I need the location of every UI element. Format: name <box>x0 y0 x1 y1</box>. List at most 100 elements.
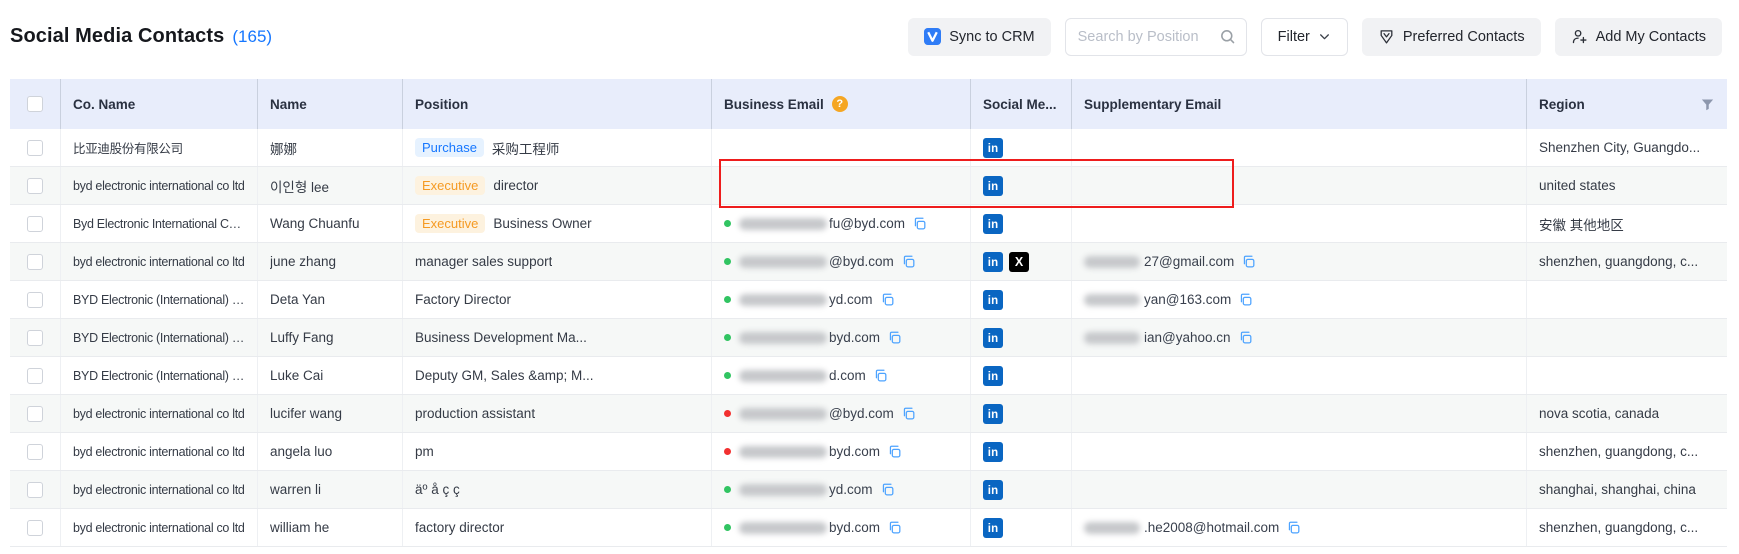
preferred-contacts-label: Preferred Contacts <box>1403 29 1525 45</box>
copy-icon[interactable] <box>1241 254 1256 269</box>
table-row: Byd Electronic International Co ...Wang … <box>10 205 1727 243</box>
email-status-dot <box>724 258 731 265</box>
linkedin-icon[interactable]: in <box>983 442 1003 462</box>
contacts-count: (165) <box>232 27 272 47</box>
title-wrap: Social Media Contacts (165) <box>10 25 272 48</box>
business-email-cell <box>712 167 971 204</box>
page-title: Social Media Contacts <box>10 25 224 48</box>
preferred-contacts-button[interactable]: Preferred Contacts <box>1362 18 1541 56</box>
copy-icon[interactable] <box>873 368 888 383</box>
crm-logo-icon <box>924 28 941 45</box>
position-text: Deputy GM, Sales &amp; M... <box>415 368 594 383</box>
position-tag: Purchase <box>415 138 484 157</box>
copy-icon[interactable] <box>1238 330 1253 345</box>
copy-icon[interactable] <box>887 520 902 535</box>
help-question-icon[interactable]: ? <box>832 96 848 112</box>
supplementary-email-cell: ian@yahoo.cn <box>1072 319 1527 356</box>
linkedin-icon[interactable]: in <box>983 252 1003 272</box>
supplementary-email-cell <box>1072 471 1527 508</box>
copy-icon[interactable] <box>887 444 902 459</box>
supplementary-visible-text: .he2008@hotmail.com <box>1144 520 1279 535</box>
email-status-dot <box>724 410 731 417</box>
top-bar: Social Media Contacts (165) Sync to CRM … <box>0 0 1739 79</box>
row-checkbox-cell <box>10 357 61 394</box>
row-checkbox[interactable] <box>27 482 43 498</box>
position-text: 采购工程师 <box>492 138 560 158</box>
position-cell: factory director <box>403 509 712 546</box>
linkedin-icon[interactable]: in <box>983 176 1003 196</box>
social-media-cell: in <box>971 509 1072 546</box>
contact-name-cell: june zhang <box>258 243 403 280</box>
filter-button[interactable]: Filter <box>1261 18 1348 56</box>
company-name-cell: byd electronic international co ltd <box>61 167 258 204</box>
copy-icon[interactable] <box>912 216 927 231</box>
copy-icon[interactable] <box>1286 520 1301 535</box>
supplementary-email-cell: yan@163.com <box>1072 281 1527 318</box>
position-cell: Business Development Ma... <box>403 319 712 356</box>
row-checkbox[interactable] <box>27 216 43 232</box>
supplementary-visible-text: ian@yahoo.cn <box>1144 330 1231 345</box>
copy-icon[interactable] <box>1238 292 1253 307</box>
redacted-email-text <box>739 218 827 230</box>
copy-icon[interactable] <box>880 292 895 307</box>
row-checkbox-cell <box>10 167 61 204</box>
contact-name-cell: Luke Cai <box>258 357 403 394</box>
search-icon[interactable] <box>1219 28 1236 45</box>
table-row: 比亚迪股份有限公司娜娜Purchase采购工程师inShenzhen City,… <box>10 129 1727 167</box>
position-cell: Purchase 采购工程师 <box>403 129 712 166</box>
contact-name: Luke Cai <box>270 368 323 383</box>
copy-icon[interactable] <box>901 406 916 421</box>
row-checkbox[interactable] <box>27 254 43 270</box>
contact-name-cell: warren li <box>258 471 403 508</box>
row-checkbox[interactable] <box>27 368 43 384</box>
row-checkbox-cell <box>10 433 61 470</box>
search-box[interactable] <box>1065 18 1247 56</box>
copy-icon[interactable] <box>901 254 916 269</box>
row-checkbox[interactable] <box>27 292 43 308</box>
region-filter-funnel-icon[interactable] <box>1700 97 1715 112</box>
region-cell <box>1527 319 1727 356</box>
contact-name-cell: angela luo <box>258 433 403 470</box>
company-name: Byd Electronic International Co ... <box>73 217 245 231</box>
row-checkbox[interactable] <box>27 178 43 194</box>
filter-label: Filter <box>1278 29 1310 45</box>
position-tag: Executive <box>415 176 485 195</box>
region-cell: Shenzhen City, Guangdo... <box>1527 129 1727 166</box>
supplementary-email-cell <box>1072 395 1527 432</box>
contact-name: june zhang <box>270 254 336 269</box>
copy-icon[interactable] <box>880 482 895 497</box>
business-email-cell: byd.com <box>712 319 971 356</box>
preferred-badge-icon <box>1378 28 1395 45</box>
add-my-contacts-button[interactable]: Add My Contacts <box>1555 18 1722 56</box>
region-text: united states <box>1539 178 1616 193</box>
select-all-checkbox[interactable] <box>27 96 43 112</box>
supplementary-email-cell <box>1072 433 1527 470</box>
linkedin-icon[interactable]: in <box>983 480 1003 500</box>
supplementary-email-cell: 27@gmail.com <box>1072 243 1527 280</box>
email-visible-text: byd.com <box>829 444 880 459</box>
email-status-dot <box>724 448 731 455</box>
row-checkbox[interactable] <box>27 406 43 422</box>
x-twitter-icon[interactable]: X <box>1009 252 1029 272</box>
row-checkbox[interactable] <box>27 444 43 460</box>
linkedin-icon[interactable]: in <box>983 290 1003 310</box>
linkedin-icon[interactable]: in <box>983 366 1003 386</box>
linkedin-icon[interactable]: in <box>983 214 1003 234</box>
company-name: byd electronic international co ltd <box>73 445 245 459</box>
table-row: BYD Electronic (International) C...Luffy… <box>10 319 1727 357</box>
linkedin-icon[interactable]: in <box>983 404 1003 424</box>
row-checkbox[interactable] <box>27 330 43 346</box>
linkedin-icon[interactable]: in <box>983 518 1003 538</box>
row-checkbox[interactable] <box>27 140 43 156</box>
search-input[interactable] <box>1078 29 1213 45</box>
linkedin-icon[interactable]: in <box>983 138 1003 158</box>
contact-name: Luffy Fang <box>270 330 334 345</box>
header-checkbox-cell <box>10 79 61 129</box>
row-checkbox[interactable] <box>27 520 43 536</box>
contact-name-cell: lucifer wang <box>258 395 403 432</box>
header-supplementary-email: Supplementary Email <box>1072 79 1527 129</box>
linkedin-icon[interactable]: in <box>983 328 1003 348</box>
sync-to-crm-button[interactable]: Sync to CRM <box>908 18 1050 56</box>
copy-icon[interactable] <box>887 330 902 345</box>
social-media-cell: in <box>971 433 1072 470</box>
